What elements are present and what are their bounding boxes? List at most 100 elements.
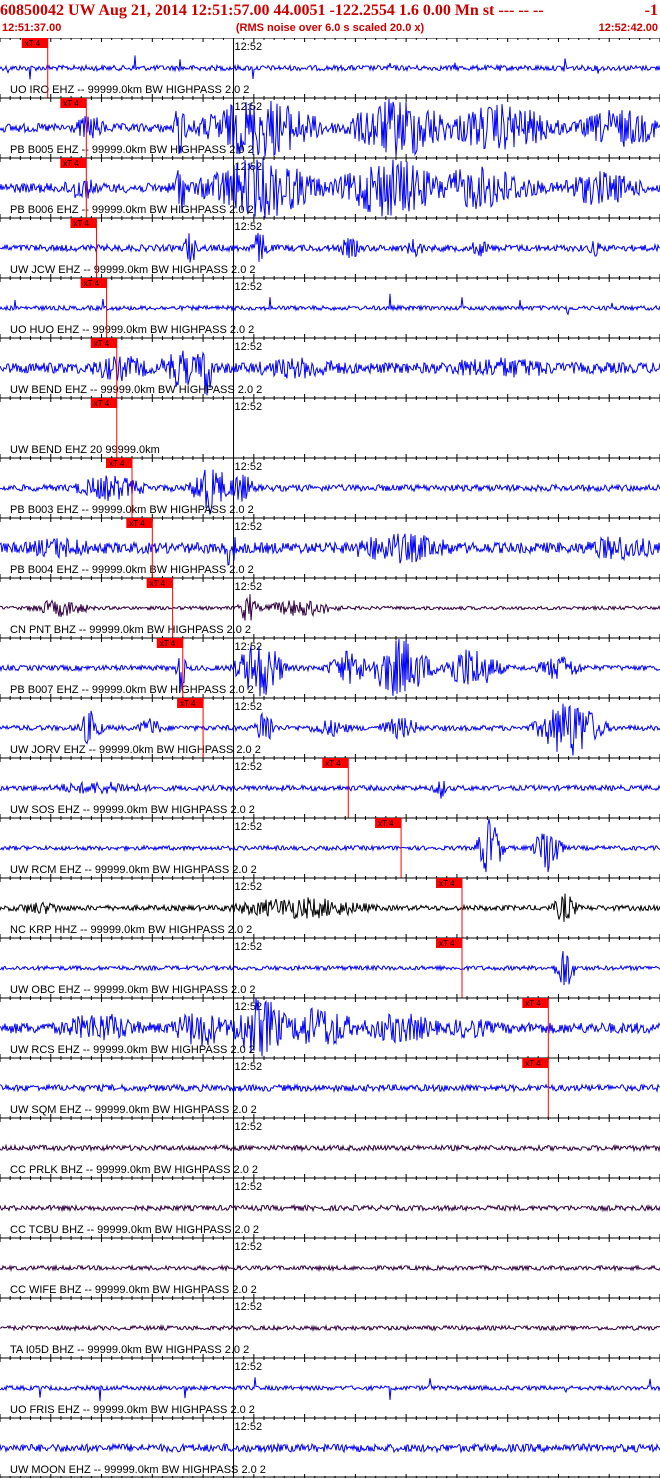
- trace-row: 12:52 UW JCW EHZ -- 99999.0km BW HIGHPASS…: [0, 217, 660, 278]
- minute-label: 12:52: [235, 401, 263, 413]
- station-label: UW MOON EHZ -- 99999.0km BW HIGHPASS 2.0…: [10, 1464, 266, 1476]
- header: 60850042 UW Aug 21, 2014 12:51:57.00 44.…: [0, 0, 660, 38]
- minute-label: 12:52: [235, 761, 263, 773]
- trace-row: 12:52 CC WIFE BHZ -- 99999.0km BW HIGHPAS…: [0, 1237, 660, 1298]
- station-label: TA I05D BHZ -- 99999.0km BW HIGHPASS 2.0…: [10, 1344, 249, 1356]
- pick-label: xT 4: [180, 699, 196, 708]
- pick-label: xT 4: [25, 39, 41, 48]
- event-title: 60850042 UW Aug 21, 2014 12:51:57.00 44.…: [0, 1, 660, 21]
- trace-row: 12:52 PB B004 EHZ -- 99999.0km BW HIGHPAS…: [0, 517, 660, 578]
- pick-label: xT 4: [73, 219, 89, 228]
- waveform: [0, 951, 660, 986]
- minute-label: 12:52: [235, 41, 263, 53]
- minute-label: 12:52: [235, 1361, 263, 1373]
- time-range-bar: 12:51:37.00 (RMS noise over 6.0 s scaled…: [0, 21, 660, 35]
- minute-label: 12:52: [235, 341, 263, 353]
- minute-label: 12:52: [235, 881, 263, 893]
- waveform: [0, 293, 660, 316]
- pick-label: xT 4: [378, 819, 394, 828]
- waveform: [0, 533, 660, 566]
- trace-row: 12:52 UW BEND EHZ 20 99999.0km xT 4: [0, 397, 660, 458]
- minute-label: 12:52: [235, 1121, 263, 1133]
- minute-label: 12:52: [235, 461, 263, 473]
- station-label: UW RCS EHZ -- 99999.0km BW HIGHPASS 2.0 …: [10, 1044, 255, 1056]
- trace-row: 12:52 UW SOS EHZ -- 99999.0km BW HIGHPASS…: [0, 757, 660, 818]
- waveform: [0, 1203, 660, 1213]
- minute-label: 12:52: [235, 101, 263, 113]
- trace-row: 12:52 CC PRLK BHZ -- 99999.0km BW HIGHPAS…: [0, 1117, 660, 1178]
- minute-label: 12:52: [235, 701, 263, 713]
- pick-label: xT 4: [525, 1059, 541, 1068]
- pick-label: xT 4: [150, 579, 166, 588]
- station-label: UW JCW EHZ -- 99999.0km BW HIGHPASS 2.0 …: [10, 264, 256, 276]
- pick-label: xT 4: [439, 939, 455, 948]
- station-label: CC TCBU BHZ -- 99999.0km BW HIGHPASS 2.0…: [10, 1224, 259, 1236]
- waveform: [0, 1264, 660, 1273]
- minute-label: 12:52: [235, 1181, 263, 1193]
- trace-row: 12:52 CN PNT BHZ -- 99999.0km BW HIGHPASS…: [0, 577, 660, 638]
- trace-row: 12:52 UW MOON EHZ -- 99999.0km BW HIGHPAS…: [0, 1417, 660, 1478]
- trace-row: 12:52UW RCS EHZ -- 99999.0km BW HIGHPASS…: [0, 997, 660, 1058]
- trace-row: 12:52PB B006 EHZ -- 99999.0km BW HIGHPAS…: [0, 157, 660, 218]
- minute-label: 12:52: [235, 1061, 263, 1073]
- pick-label: xT 4: [84, 279, 100, 288]
- pick-label: xT 4: [439, 879, 455, 888]
- trace-row: 12:52 UW JORV EHZ -- 99999.0km BW HIGHPAS…: [0, 697, 660, 758]
- minute-label: 12:52: [235, 821, 263, 833]
- station-label: PB B005 EHZ -- 99999.0km BW HIGHPASS 2.0…: [10, 144, 254, 156]
- waveform: [0, 55, 660, 80]
- waveform: [0, 594, 660, 621]
- trace-row: 12:52 TA I05D BHZ -- 99999.0km BW HIGHPAS…: [0, 1297, 660, 1358]
- station-label: PB B006 EHZ -- 99999.0km BW HIGHPASS 2.0…: [10, 204, 254, 216]
- pick-label: xT 4: [94, 399, 110, 408]
- trace-row: 12:52 UW SQM EHZ -- 99999.0km BW HIGHPASS…: [0, 1057, 660, 1118]
- trace-row: 12:52 PB B007 EHZ -- 99999.0km BW HIGHPAS…: [0, 637, 660, 698]
- trace-row: 12:52 NC KRP HHZ -- 99999.0km BW HIGHPASS…: [0, 877, 660, 938]
- pick-label: xT 4: [63, 159, 79, 168]
- waveform: [0, 1082, 660, 1093]
- station-label: NC KRP HHZ -- 99999.0km BW HIGHPASS 2.0 …: [10, 924, 252, 936]
- trace-row: 12:52PB B003 EHZ -- 99999.0km BW HIGHPAS…: [0, 457, 660, 518]
- waveform: [0, 1323, 660, 1333]
- event-title-suffix: -1: [644, 2, 658, 19]
- pick-label: xT 4: [325, 759, 341, 768]
- minute-label: 12:52: [235, 221, 263, 233]
- trace-row: 12:52 UW BEND EHZ -- 99999.0km BW HIGHPAS…: [0, 337, 660, 398]
- pick-label: xT 4: [109, 459, 125, 468]
- minute-label: 12:52: [235, 521, 263, 533]
- station-label: UW BEND EHZ 20 99999.0km: [10, 444, 160, 456]
- station-label: UW SOS EHZ -- 99999.0km BW HIGHPASS 2.0 …: [10, 804, 255, 816]
- station-label: PB B007 EHZ -- 99999.0km BW HIGHPASS 2.0…: [10, 684, 254, 696]
- station-label: UW JORV EHZ -- 99999.0km BW HIGHPASS 2.0…: [10, 744, 261, 756]
- station-label: UW OBC EHZ -- 99999.0km BW HIGHPASS 2.0 …: [10, 984, 256, 996]
- pick-label: xT 4: [63, 99, 79, 108]
- station-label: UW SQM EHZ -- 99999.0km BW HIGHPASS 2.0 …: [10, 1104, 257, 1116]
- pick-label: xT 4: [129, 519, 145, 528]
- station-label: UW BEND EHZ -- 99999.0km BW HIGHPASS 2.0…: [10, 384, 262, 396]
- station-label: UO IRO EHZ -- 99999.0km BW HIGHPASS 2.0 …: [10, 84, 249, 96]
- station-label: UW RCM EHZ -- 99999.0km BW HIGHPASS 2.0 …: [10, 864, 257, 876]
- trace-row: 12:52 UW OBC EHZ -- 99999.0km BW HIGHPASS…: [0, 937, 660, 998]
- station-label: PB B004 EHZ -- 99999.0km BW HIGHPASS 2.0…: [10, 564, 254, 576]
- pick-label: xT 4: [94, 339, 110, 348]
- scale-note: (RMS noise over 6.0 s scaled 20.0 x): [235, 22, 425, 34]
- seismogram-plot: 12:52 UO IRO EHZ -- 99999.0km BW HIGHPASS…: [0, 38, 660, 1478]
- trace-row: 12:52 CC TCBU BHZ -- 99999.0km BW HIGHPAS…: [0, 1177, 660, 1238]
- waveform: [0, 1442, 660, 1454]
- minute-label: 12:52: [235, 641, 263, 653]
- minute-label: 12:52: [235, 1241, 263, 1253]
- waveform: [0, 1143, 660, 1153]
- minute-label: 12:52: [235, 1301, 263, 1313]
- waveform: [0, 780, 660, 799]
- minute-label: 12:52: [235, 281, 263, 293]
- trace-row: 12:52 PB B005 EHZ -- 99999.0km BW HIGHPAS…: [0, 97, 660, 158]
- minute-label: 12:52: [235, 941, 263, 953]
- station-label: CC PRLK BHZ -- 99999.0km BW HIGHPASS 2.0…: [10, 1164, 258, 1176]
- pick-label: xT 4: [160, 639, 176, 648]
- trace-row: 12:52 UW RCM EHZ -- 99999.0km BW HIGHPASS…: [0, 817, 660, 878]
- minute-label: 12:52: [235, 581, 263, 593]
- trace-row: 12:52 UO HUO EHZ -- 99999.0km BW HIGHPASS…: [0, 277, 660, 338]
- trace-row: 12:52 UO FRIS EHZ -- 99999.0km BW HIGHPAS…: [0, 1357, 660, 1418]
- station-label: UO HUO EHZ -- 99999.0km BW HIGHPASS 2.0 …: [10, 324, 254, 336]
- event-title-text: 60850042 UW Aug 21, 2014 12:51:57.00 44.…: [0, 2, 544, 19]
